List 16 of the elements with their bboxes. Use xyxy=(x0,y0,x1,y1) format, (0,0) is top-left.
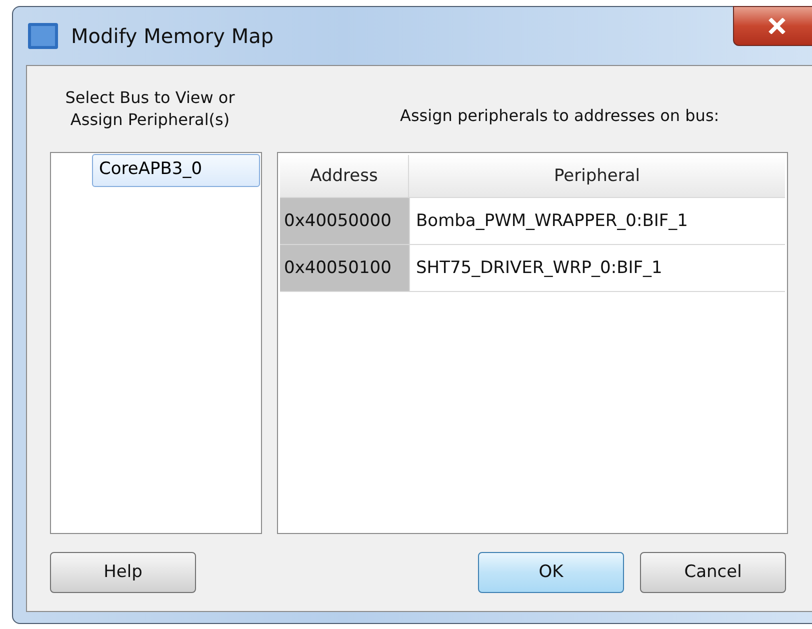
ok-button[interactable]: OK xyxy=(478,552,624,592)
address-cell: 0x40050000 xyxy=(280,198,410,244)
window-title: Modify Memory Map xyxy=(71,24,274,48)
peripheral-cell[interactable]: Bomba_PWM_WRAPPER_0:BIF_1 xyxy=(410,198,785,244)
column-header[interactable]: Address xyxy=(280,155,409,197)
bus-label: Select Bus to View or Assign Peripheral(s) xyxy=(64,87,236,131)
help-button[interactable]: Help xyxy=(50,552,196,592)
peripheral-cell[interactable]: SHT75_DRIVER_WRP_0:BIF_1 xyxy=(410,245,785,291)
cancel-button[interactable]: Cancel xyxy=(640,552,786,592)
address-cell: 0x40050100 xyxy=(280,245,410,291)
close-icon xyxy=(768,18,786,34)
assign-label: Assign peripherals to addresses on bus: xyxy=(400,104,720,124)
app-logo-icon xyxy=(28,23,58,49)
column-header[interactable]: Peripheral xyxy=(409,155,785,197)
close-button[interactable] xyxy=(733,6,812,46)
tree-item[interactable]: CoreAPB3_0 xyxy=(92,154,260,187)
